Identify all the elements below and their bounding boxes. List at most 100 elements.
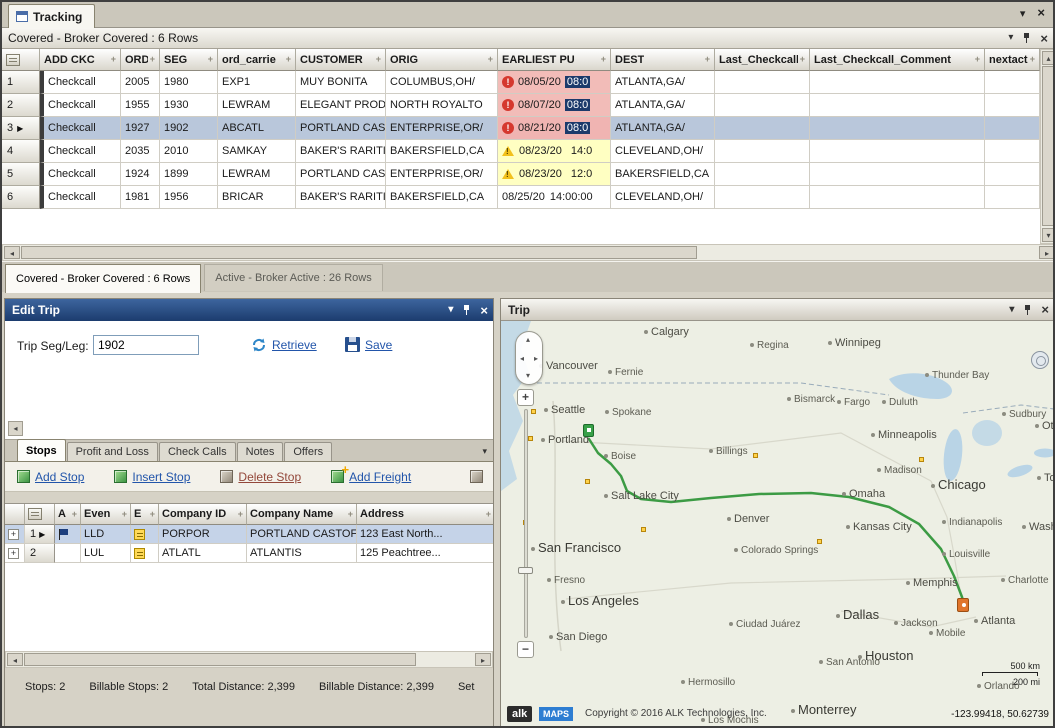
column-header-ord-carrie[interactable]: ord_carrie+	[218, 49, 296, 71]
row-header[interactable]: 5	[2, 163, 40, 186]
scroll-left-button[interactable]: ◂	[7, 653, 23, 666]
trip-pin-button[interactable]	[1023, 304, 1032, 316]
column-header-customer[interactable]: CUSTOMER+	[296, 49, 386, 71]
covered-grid-hscrollbar[interactable]: ◂ ▸	[2, 244, 1055, 261]
row-header[interactable]: 3▶	[2, 117, 40, 140]
covered-close-button[interactable]: ×	[1040, 33, 1048, 44]
tab-tracking[interactable]: Tracking	[8, 4, 95, 28]
trip-menu-button[interactable]: ▾	[1009, 305, 1014, 315]
pan-up-button[interactable]: ▴	[526, 336, 530, 344]
vscroll-thumb[interactable]	[1042, 66, 1055, 226]
pan-down-button[interactable]: ▾	[526, 372, 530, 380]
hscroll-thumb[interactable]	[24, 653, 416, 666]
scroll-down-button[interactable]: ▾	[1042, 228, 1055, 242]
column-header-last-checkcall-comment[interactable]: Last_Checkcall_Comment+	[810, 49, 985, 71]
stops-grid-hscrollbar[interactable]: ◂ ▸	[5, 651, 493, 668]
header-pin-icon[interactable]: +	[484, 510, 491, 519]
header-pin-icon[interactable]: +	[148, 510, 155, 519]
zoom-slider-track[interactable]	[524, 409, 528, 638]
column-header-earliest-pu[interactable]: EARLIEST PU+	[498, 49, 611, 71]
window-menu-button[interactable]: ▾	[1020, 7, 1026, 20]
globe-view-button[interactable]	[1031, 351, 1049, 369]
view-tab-covered[interactable]: Covered - Broker Covered : 6 Rows	[5, 264, 201, 293]
trip-seg-input[interactable]	[93, 335, 199, 355]
column-header-dest[interactable]: DEST+	[611, 49, 715, 71]
header-pin-icon[interactable]: +	[703, 55, 710, 64]
column-header-ord[interactable]: ORD+	[121, 49, 160, 71]
tab-notes[interactable]: Notes	[237, 442, 284, 461]
header-pin-icon[interactable]: +	[284, 55, 291, 64]
pan-left-button[interactable]: ◂	[520, 355, 524, 363]
view-tab-active[interactable]: Active - Broker Active : 26 Rows	[204, 264, 383, 291]
hscroll-thumb[interactable]	[21, 246, 697, 259]
header-pin-icon[interactable]: +	[206, 55, 213, 64]
column-header-company-id[interactable]: Company ID+	[159, 504, 247, 525]
covered-menu-button[interactable]: ▾	[1008, 33, 1013, 43]
header-pin-icon[interactable]: +	[486, 55, 493, 64]
checkcall-button[interactable]: Checkcall	[40, 186, 121, 209]
header-pin-icon[interactable]: +	[599, 55, 606, 64]
zoom-out-button[interactable]: −	[517, 641, 534, 658]
toolbar-extra-icon[interactable]	[470, 470, 483, 483]
header-pin-icon[interactable]: +	[374, 55, 381, 64]
header-pin-icon[interactable]: +	[1028, 55, 1035, 64]
window-close-button[interactable]: ×	[1037, 7, 1045, 20]
row-header[interactable]: 1	[2, 71, 40, 94]
tab-overflow-button[interactable]: ▾	[482, 446, 487, 457]
edit-trip-close-button[interactable]: ×	[480, 305, 488, 316]
add-stop-button[interactable]: Add Stop	[17, 470, 84, 484]
column-header-last-checkcall[interactable]: Last_Checkcall+	[715, 49, 810, 71]
header-pin-icon[interactable]: +	[70, 510, 77, 519]
scroll-right-button[interactable]: ▸	[1039, 246, 1055, 259]
retrieve-button[interactable]: Retrieve	[251, 337, 317, 353]
row-selector-header[interactable]	[25, 504, 55, 525]
column-header-even[interactable]: Even+	[81, 504, 131, 525]
checkcall-button[interactable]: Checkcall	[40, 140, 121, 163]
pan-right-button[interactable]: ▸	[534, 355, 538, 363]
edit-trip-menu-button[interactable]: ▾	[448, 305, 453, 315]
column-header-nextaction[interactable]: nextaction+	[985, 49, 1040, 71]
tab-stops[interactable]: Stops	[17, 439, 66, 461]
header-pin-icon[interactable]: +	[236, 510, 243, 519]
checkcall-button[interactable]: Checkcall	[40, 117, 121, 140]
header-pin-icon[interactable]: +	[148, 55, 155, 64]
tab-offers[interactable]: Offers	[284, 442, 332, 461]
zoom-slider-handle[interactable]	[518, 567, 533, 574]
zoom-in-button[interactable]: +	[517, 389, 534, 406]
origin-marker[interactable]	[583, 424, 594, 437]
row-header[interactable]: 4	[2, 140, 40, 163]
map-pan-control[interactable]: ▴ ◂ ▸ ▾	[515, 331, 543, 385]
column-header-e[interactable]: E+	[131, 504, 159, 525]
header-pin-icon[interactable]: +	[798, 55, 805, 64]
edit-trip-pin-button[interactable]	[462, 304, 471, 316]
scroll-up-button[interactable]: ▴	[1042, 51, 1055, 65]
row-header[interactable]: 2	[25, 544, 55, 563]
destination-marker[interactable]	[957, 598, 969, 612]
trip-close-button[interactable]: ×	[1041, 304, 1049, 315]
column-header-orig[interactable]: ORIG+	[386, 49, 498, 71]
content-scroll-left-button[interactable]: ◂	[8, 421, 23, 436]
header-pin-icon[interactable]: +	[346, 510, 353, 519]
scroll-right-button[interactable]: ▸	[475, 653, 491, 666]
insert-stop-button[interactable]: Insert Stop	[114, 470, 190, 484]
delete-stop-button[interactable]: Delete Stop	[220, 470, 301, 484]
expand-row-button[interactable]: +	[8, 529, 19, 540]
save-button[interactable]: Save	[345, 337, 392, 352]
scroll-left-button[interactable]: ◂	[4, 246, 20, 259]
header-pin-icon[interactable]: +	[109, 55, 116, 64]
column-header-address[interactable]: Address+	[357, 504, 493, 525]
header-pin-icon[interactable]: +	[973, 55, 980, 64]
column-header-a[interactable]: A+	[55, 504, 81, 525]
tab-check-calls[interactable]: Check Calls	[159, 442, 236, 461]
column-header-company-name[interactable]: Company Name+	[247, 504, 357, 525]
tab-profit-and-loss[interactable]: Profit and Loss	[67, 442, 158, 461]
row-header[interactable]: 1▶	[25, 525, 55, 544]
covered-pin-button[interactable]	[1022, 32, 1031, 44]
column-header-seg[interactable]: SEG+	[160, 49, 218, 71]
expand-row-button[interactable]: +	[8, 548, 19, 559]
column-header-add-ckc[interactable]: ADD CKC+	[40, 49, 121, 71]
trip-map[interactable]: CalgaryReginaWinnipegVancouverFernieThun…	[501, 321, 1054, 727]
covered-grid-vscrollbar[interactable]: ▴ ▾	[1040, 49, 1055, 244]
header-pin-icon[interactable]: +	[120, 510, 127, 519]
row-header[interactable]: 6	[2, 186, 40, 209]
